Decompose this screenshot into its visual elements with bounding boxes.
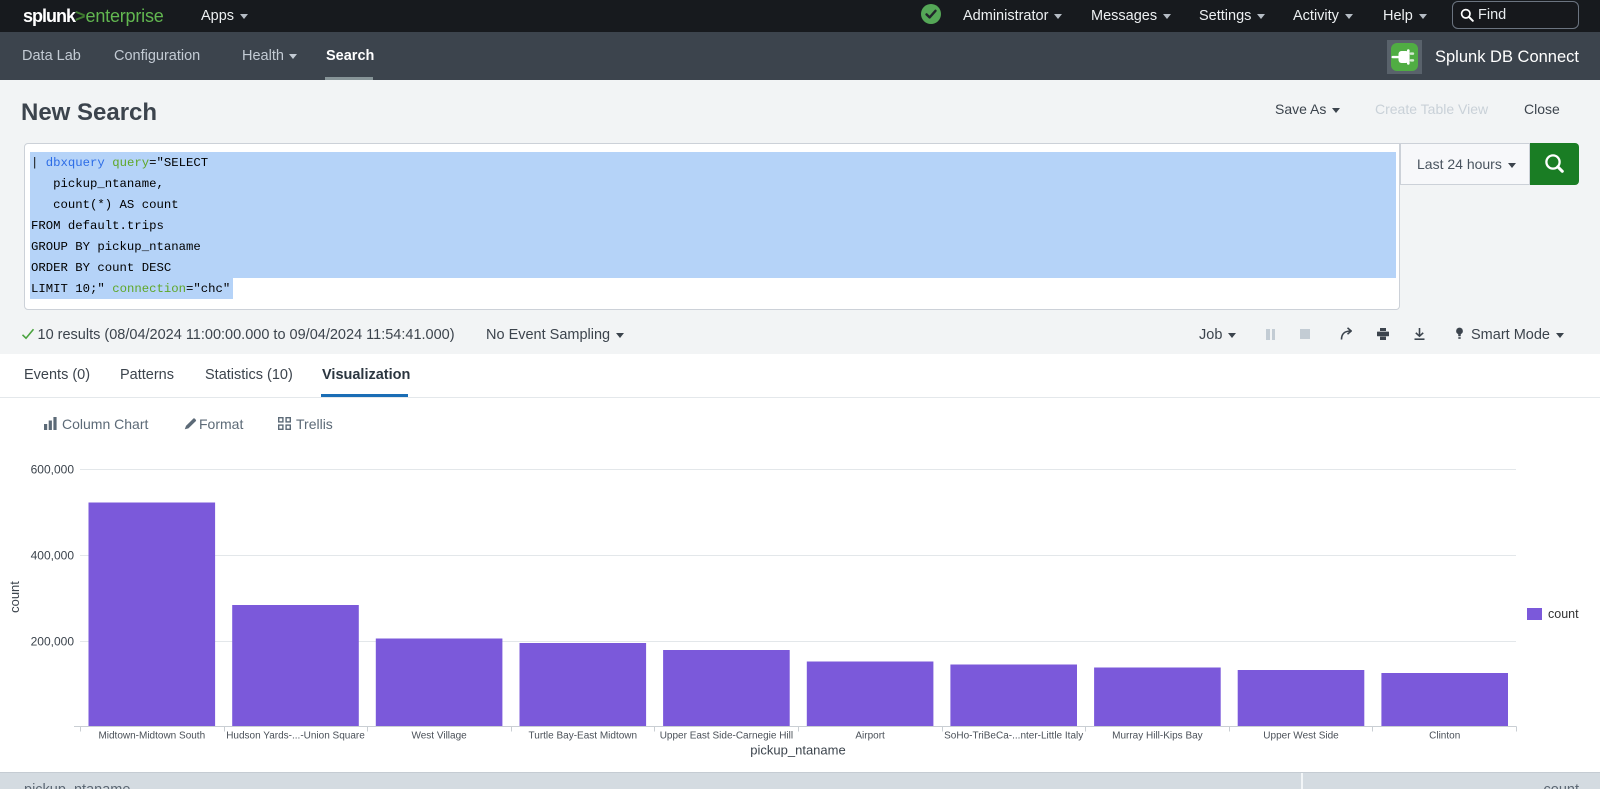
svg-text:Airport: Airport: [855, 731, 885, 742]
svg-text:count: count: [1548, 607, 1579, 621]
svg-text:Upper West Side: Upper West Side: [1263, 731, 1339, 742]
svg-text:pickup_ntaname: pickup_ntaname: [750, 743, 845, 758]
svg-text:Turtle Bay-East Midtown: Turtle Bay-East Midtown: [529, 731, 638, 742]
svg-text:Upper East Side-Carnegie Hill: Upper East Side-Carnegie Hill: [660, 731, 793, 742]
svg-text:200,000: 200,000: [31, 635, 75, 649]
svg-text:Murray Hill-Kips Bay: Murray Hill-Kips Bay: [1112, 731, 1203, 742]
svg-text:600,000: 600,000: [31, 463, 75, 477]
svg-text:SoHo-TriBeCa-...nter-Little It: SoHo-TriBeCa-...nter-Little Italy: [944, 731, 1083, 742]
svg-text:count: count: [7, 581, 22, 613]
svg-text:Hudson Yards-...-Union Square: Hudson Yards-...-Union Square: [226, 731, 365, 742]
svg-text:Clinton: Clinton: [1429, 731, 1460, 742]
svg-text:400,000: 400,000: [31, 549, 75, 563]
svg-text:Midtown-Midtown South: Midtown-Midtown South: [98, 731, 205, 742]
svg-text:West Village: West Village: [411, 731, 467, 742]
